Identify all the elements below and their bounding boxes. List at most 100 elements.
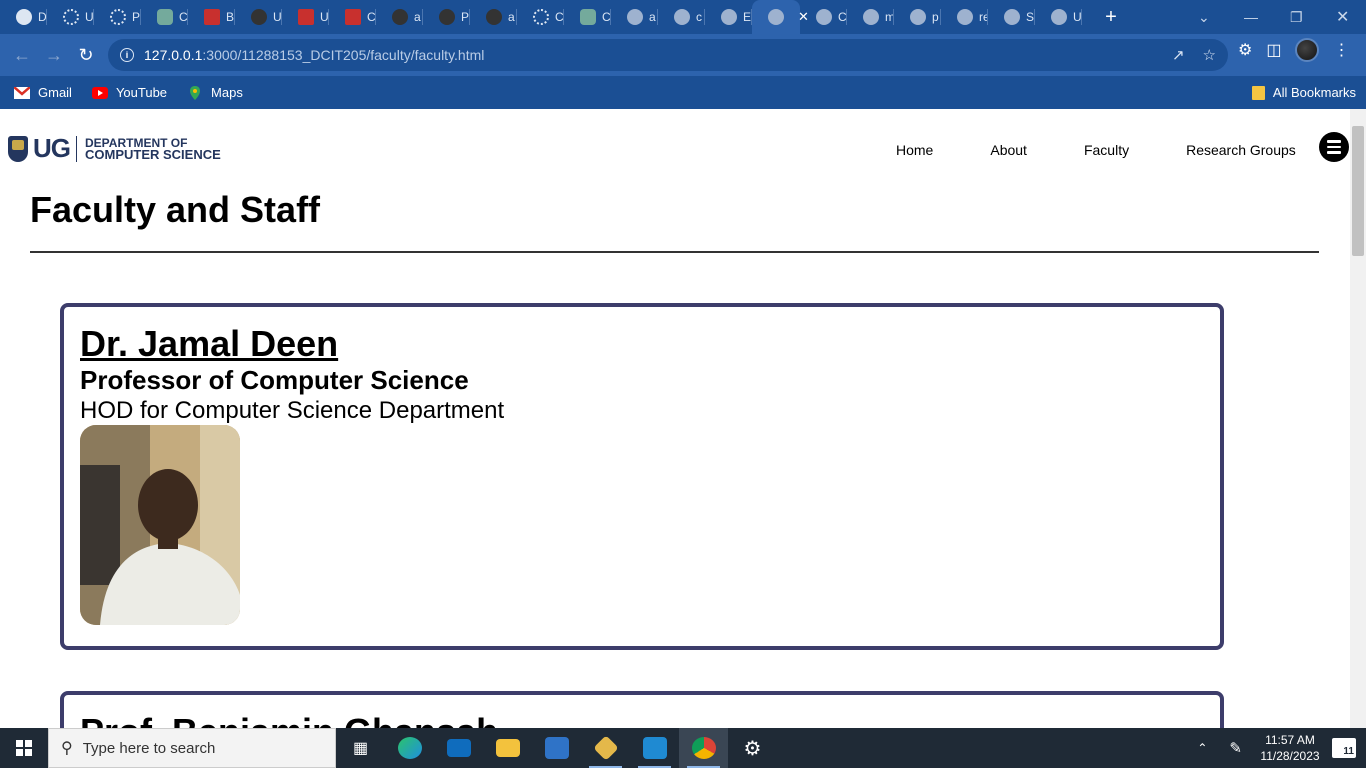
browser-tab[interactable]: D — [0, 0, 47, 34]
tab-label: m — [885, 10, 894, 24]
github-icon — [486, 9, 502, 25]
store-icon[interactable] — [532, 728, 581, 768]
chrome-icon[interactable] — [679, 728, 728, 768]
tab-label: D — [38, 10, 47, 24]
extensions-icon[interactable]: ⚙ — [1238, 40, 1252, 60]
site-logo[interactable]: UG DEPARTMENT OF COMPUTER SCIENCE — [8, 133, 221, 164]
all-bookmarks-button[interactable]: All Bookmarks — [1251, 76, 1356, 109]
share-icon[interactable]: ↗ — [1172, 46, 1185, 64]
taskbar-search[interactable]: ⚲ Type here to search — [48, 728, 336, 768]
chevron-up-icon[interactable]: ⌃ — [1197, 741, 1207, 755]
restore-icon[interactable]: ❐ — [1290, 0, 1303, 34]
doc-icon — [16, 9, 32, 25]
site-info-icon[interactable]: i — [120, 48, 134, 62]
nav-faculty[interactable]: Faculty — [1084, 142, 1129, 158]
chrome-menu-icon[interactable]: ⋮ — [1333, 40, 1349, 60]
tab-search-icon[interactable]: ⌄ — [1198, 0, 1210, 34]
faculty-title: Professor of Computer Science — [80, 365, 469, 395]
side-panel-icon[interactable]: ◫ — [1266, 40, 1281, 60]
tab-label: C — [838, 10, 847, 24]
edge-icon[interactable] — [385, 728, 434, 768]
faculty-name[interactable]: Prof. Benjamin Ghansah — [80, 711, 498, 728]
new-tab-button[interactable]: + — [1096, 6, 1126, 29]
hamburger-menu-button[interactable] — [1319, 132, 1349, 162]
start-button[interactable] — [0, 728, 48, 768]
address-bar[interactable]: i 127.0.0.1:3000/11288153_DCIT205/facult… — [108, 39, 1228, 71]
browser-tab[interactable]: U — [235, 0, 282, 34]
tab-label: a — [649, 10, 656, 24]
tab-label: B — [226, 10, 235, 24]
nav-about[interactable]: About — [990, 142, 1027, 158]
back-icon[interactable]: ← — [6, 39, 38, 71]
tab-label: P — [132, 10, 141, 24]
windows-icon — [16, 740, 32, 756]
browser-tab[interactable]: m — [847, 0, 894, 34]
page-viewport: UG DEPARTMENT OF COMPUTER SCIENCE Home A… — [0, 109, 1350, 728]
bookmark-star-icon[interactable]: ☆ — [1203, 46, 1216, 64]
reload-icon[interactable]: ↻ — [70, 39, 102, 71]
browser-tab[interactable]: a — [611, 0, 658, 34]
youtube-icon — [91, 86, 108, 99]
browser-tab[interactable]: P — [423, 0, 470, 34]
maps-icon — [190, 85, 201, 100]
browser-tab[interactable]: re — [941, 0, 988, 34]
browser-tab[interactable]: C — [329, 0, 376, 34]
logo-text: DEPARTMENT OF COMPUTER SCIENCE — [85, 137, 221, 161]
tab-label: c — [696, 10, 702, 24]
browser-tab[interactable]: U — [282, 0, 329, 34]
nav-home[interactable]: Home — [896, 142, 933, 158]
settings-icon[interactable]: ⚙ — [728, 728, 777, 768]
mail-icon[interactable] — [434, 728, 483, 768]
browser-tab[interactable]: c — [658, 0, 705, 34]
file-explorer-icon[interactable] — [483, 728, 532, 768]
url-host: 127.0.0.1 — [144, 47, 203, 63]
browser-tab[interactable]: C — [517, 0, 564, 34]
browser-tab[interactable]: C — [564, 0, 611, 34]
tab-label: C — [602, 10, 611, 24]
browser-tab[interactable]: a — [376, 0, 423, 34]
bookmark-label: YouTube — [115, 85, 168, 100]
minimize-icon[interactable]: — — [1244, 0, 1258, 34]
forward-icon[interactable]: → — [38, 39, 70, 71]
loading-icon — [533, 9, 549, 25]
profile-avatar[interactable] — [1295, 38, 1320, 62]
browser-tab[interactable]: P — [94, 0, 141, 34]
url-path: :3000/11288153_DCIT205/faculty/faculty.h… — [202, 47, 485, 63]
browser-tab[interactable]: E — [705, 0, 752, 34]
browser-tab[interactable]: a — [470, 0, 517, 34]
nav-research-groups[interactable]: Research Groups — [1186, 142, 1296, 158]
vscode-icon[interactable] — [630, 728, 679, 768]
gmail-icon — [14, 86, 30, 99]
bookmark-maps[interactable]: Maps — [187, 85, 243, 101]
close-window-icon[interactable]: ✕ — [1336, 0, 1349, 34]
browser-tab[interactable]: U — [1035, 0, 1082, 34]
tab-label: C — [179, 10, 188, 24]
taskbar: ⚲ Type here to search ▦ ⚙ ⌃ ✎ 11:57 AM 1… — [0, 728, 1366, 768]
globe-icon — [768, 9, 784, 25]
browser-tab[interactable]: p — [894, 0, 941, 34]
faculty-photo — [80, 425, 240, 625]
page-scrollbar[interactable] — [1350, 109, 1366, 728]
notification-center-icon[interactable]: 11 — [1332, 738, 1356, 758]
tab-label: C — [555, 10, 564, 24]
site-header: UG DEPARTMENT OF COMPUTER SCIENCE Home A… — [0, 109, 1350, 189]
browser-tab[interactable]: B — [188, 0, 235, 34]
faculty-name[interactable]: Dr. Jamal Deen — [80, 323, 338, 365]
tab-label: U — [1073, 10, 1082, 24]
notification-count: 11 — [1343, 746, 1354, 757]
browser-tab[interactable]: C — [141, 0, 188, 34]
browser-tab[interactable]: fa✕ — [752, 0, 809, 34]
browser-tab[interactable]: S — [988, 0, 1035, 34]
browser-tab[interactable]: U — [47, 0, 94, 34]
scroll-thumb[interactable] — [1352, 126, 1364, 256]
globe-icon — [1004, 9, 1020, 25]
browser-tab[interactable]: C — [800, 0, 847, 34]
logo-abbr: UG — [33, 133, 71, 163]
pen-icon[interactable]: ✎ — [1229, 739, 1242, 757]
git-icon[interactable] — [581, 728, 630, 768]
globe-icon — [674, 9, 690, 25]
clock[interactable]: 11:57 AM 11/28/2023 — [1258, 732, 1322, 764]
bookmark-gmail[interactable]: Gmail — [14, 85, 72, 100]
task-view-icon[interactable]: ▦ — [336, 728, 385, 768]
bookmark-youtube[interactable]: YouTube — [91, 85, 168, 100]
